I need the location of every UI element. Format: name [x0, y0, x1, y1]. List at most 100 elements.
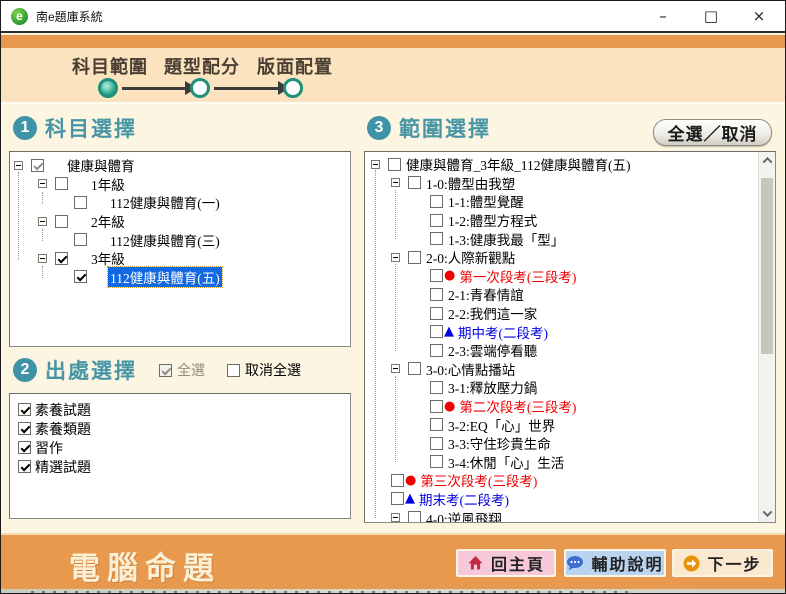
tree-checkbox[interactable] — [430, 307, 443, 320]
tree-item-label[interactable]: 期中考(二段考) — [456, 322, 550, 342]
tree-checkbox[interactable] — [408, 362, 421, 375]
scrollbar-thumb[interactable] — [761, 178, 773, 354]
tree-row[interactable]: 3-1:釋放壓力鍋 — [365, 378, 758, 397]
close-button[interactable]: × — [749, 7, 769, 25]
tree-item-label[interactable]: 1-0:體型由我塑 — [424, 173, 517, 193]
tree-checkbox[interactable] — [430, 418, 443, 431]
minimize-button[interactable]: – — [653, 7, 673, 25]
tree-checkbox[interactable] — [430, 344, 443, 357]
tree-row[interactable]: 2-3:雲端停看聽 — [365, 341, 758, 360]
tree-row[interactable]: 3年級 — [10, 249, 350, 268]
tree-item-label[interactable]: 1-2:體型方程式 — [446, 210, 539, 230]
tree-item-label[interactable]: 3-2:EQ「心」世界 — [446, 415, 557, 435]
tree-row[interactable]: 1-3:健康我最「型」 — [365, 229, 758, 248]
tree-checkbox[interactable] — [391, 474, 404, 487]
home-button[interactable]: 回主頁 — [456, 549, 556, 577]
source-list-item[interactable]: 精選試題 — [18, 457, 350, 476]
tree-row[interactable]: 112健康與體育(一) — [10, 193, 350, 212]
tree-row[interactable]: ●第一次段考(三段考) — [365, 267, 758, 286]
deselect-all-checkbox-box[interactable] — [227, 364, 240, 377]
range-tree-scrollbar[interactable] — [758, 152, 775, 522]
tree-checkbox[interactable] — [408, 511, 421, 523]
tree-checkbox[interactable] — [55, 177, 68, 190]
select-all-toggle-button[interactable]: 全選／取消 — [653, 119, 772, 146]
tree-item-label[interactable]: 3-1:釋放壓力鍋 — [446, 377, 539, 397]
tree-checkbox[interactable] — [430, 214, 443, 227]
collapse-minus-icon[interactable] — [391, 364, 400, 373]
tree-checkbox[interactable] — [55, 252, 68, 265]
tree-item-label[interactable]: 1-3:健康我最「型」 — [446, 229, 566, 249]
tree-item-label[interactable]: 健康與體育_3年級_112健康與體育(五) — [404, 154, 633, 174]
tree-row[interactable]: 1-0:體型由我塑 — [365, 174, 758, 193]
tree-item-label[interactable]: 2-0:人際新觀點 — [424, 247, 517, 267]
tree-row[interactable]: ▲期末考(二段考) — [365, 490, 758, 509]
tree-row[interactable]: 3-2:EQ「心」世界 — [365, 415, 758, 434]
tree-checkbox[interactable] — [74, 233, 87, 246]
source-item-checkbox[interactable] — [18, 460, 31, 473]
collapse-minus-icon[interactable] — [38, 254, 47, 263]
tree-row[interactable]: ●第二次段考(三段考) — [365, 397, 758, 416]
tree-item-label[interactable]: 1-1:體型覺醒 — [446, 191, 526, 211]
tree-item-label[interactable]: 3-0:心情點播站 — [424, 359, 517, 379]
tree-checkbox[interactable] — [430, 400, 443, 413]
tree-row[interactable]: 4-0:逆風飛翔 — [365, 508, 758, 523]
collapse-minus-icon[interactable] — [38, 179, 47, 188]
tree-row[interactable]: 健康與體育_3年級_112健康與體育(五) — [365, 155, 758, 174]
tree-row[interactable]: ▲期中考(二段考) — [365, 322, 758, 341]
tree-checkbox[interactable] — [408, 251, 421, 264]
collapse-minus-icon[interactable] — [38, 217, 47, 226]
source-item-checkbox[interactable] — [18, 441, 31, 454]
tree-checkbox[interactable] — [430, 195, 443, 208]
source-list-item[interactable]: 素養類題 — [18, 419, 350, 438]
tree-item-label[interactable]: 112健康與體育(一) — [108, 192, 222, 212]
tree-item-label[interactable]: 第三次段考(三段考) — [418, 470, 539, 490]
tree-checkbox[interactable] — [408, 176, 421, 189]
tree-row[interactable]: 2-2:我們這一家 — [365, 304, 758, 323]
source-item-checkbox[interactable] — [18, 403, 31, 416]
tree-checkbox[interactable] — [388, 158, 401, 171]
tree-row[interactable]: 1年級 — [10, 175, 350, 194]
select-all-checkbox-box[interactable] — [159, 364, 172, 377]
source-list-item[interactable]: 素養試題 — [18, 400, 350, 419]
tree-item-label[interactable]: 第二次段考(三段考) — [457, 396, 578, 416]
tree-checkbox[interactable] — [74, 196, 87, 209]
tree-item-label[interactable]: 1年級 — [89, 174, 127, 194]
tree-item-label[interactable]: 3-4:休閒「心」生活 — [446, 452, 566, 472]
tree-row[interactable]: 112健康與體育(五) — [10, 268, 350, 287]
collapse-minus-icon[interactable] — [391, 178, 400, 187]
tree-row[interactable]: 健康與體育 — [10, 156, 350, 175]
tree-checkbox[interactable] — [74, 270, 87, 283]
collapse-minus-icon[interactable] — [371, 160, 380, 169]
tree-checkbox[interactable] — [430, 269, 443, 282]
tree-checkbox[interactable] — [430, 232, 443, 245]
source-list-item[interactable]: 習作 — [18, 438, 350, 457]
collapse-minus-icon[interactable] — [14, 161, 23, 170]
maximize-button[interactable]: □ — [701, 7, 721, 25]
tree-checkbox[interactable] — [430, 288, 443, 301]
tree-row[interactable]: 3-3:守住珍貴生命 — [365, 434, 758, 453]
tree-item-label[interactable]: 2-2:我們這一家 — [446, 303, 539, 323]
tree-item-label[interactable]: 112健康與體育(三) — [108, 230, 222, 250]
tree-checkbox[interactable] — [55, 215, 68, 228]
tree-row[interactable]: ●第三次段考(三段考) — [365, 471, 758, 490]
tree-row[interactable]: 2年級 — [10, 212, 350, 231]
next-step-button[interactable]: 下一步 — [672, 549, 773, 577]
tree-row[interactable]: 2-1:青春情誼 — [365, 285, 758, 304]
tree-item-label[interactable]: 第一次段考(三段考) — [457, 266, 578, 286]
tree-item-label[interactable]: 期末考(二段考) — [417, 489, 511, 509]
tree-row[interactable]: 2-0:人際新觀點 — [365, 248, 758, 267]
tree-row[interactable]: 112健康與體育(三) — [10, 230, 350, 249]
tree-item-label[interactable]: 2-1:青春情誼 — [446, 284, 526, 304]
tree-row[interactable]: 1-1:體型覺醒 — [365, 192, 758, 211]
tree-row[interactable]: 1-2:體型方程式 — [365, 211, 758, 230]
tree-item-label[interactable]: 4-0:逆風飛翔 — [424, 508, 504, 523]
tree-checkbox[interactable] — [430, 455, 443, 468]
help-button[interactable]: 輔助說明 — [564, 549, 666, 577]
tree-item-label[interactable]: 健康與體育 — [65, 155, 137, 175]
source-item-checkbox[interactable] — [18, 422, 31, 435]
tree-item-label[interactable]: 112健康與體育(五) — [108, 267, 222, 287]
tree-item-label[interactable]: 2年級 — [89, 211, 127, 231]
tree-row[interactable]: 3-0:心情點播站 — [365, 360, 758, 379]
collapse-minus-icon[interactable] — [391, 513, 400, 522]
deselect-all-checkbox[interactable]: 取消全選 — [227, 360, 301, 380]
